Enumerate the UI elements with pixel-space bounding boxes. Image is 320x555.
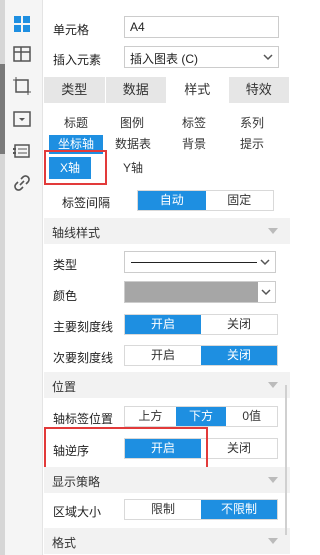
major-tick-on[interactable]: 开启 [125, 315, 201, 334]
collapse-caret-icon [268, 382, 278, 388]
collapse-caret-icon [268, 228, 278, 234]
tab-y-axis[interactable]: Y轴 [112, 157, 154, 179]
section-display-strategy[interactable]: 显示策略 [44, 467, 290, 493]
collapse-caret-icon [268, 538, 278, 544]
collapse-caret-icon [268, 477, 278, 483]
axis-label-position-label: 轴标签位置 [53, 412, 114, 426]
label-interval-label: 标签间隔 [62, 196, 111, 210]
link-icon[interactable] [12, 173, 32, 193]
label-interval-toggle: 自动 固定 [137, 190, 274, 211]
highlight-box-axis-reverse [44, 427, 208, 470]
insert-element-value: 插入图表 (C) [130, 52, 198, 66]
axis-reverse-off[interactable]: 关闭 [201, 439, 277, 458]
section-position[interactable]: 位置 [44, 372, 290, 398]
axis-label-pos-zero[interactable]: 0值 [226, 407, 278, 426]
highlight-box-x-axis [44, 150, 107, 185]
left-toolbar [0, 0, 43, 555]
widget-settings-icon[interactable] [12, 44, 32, 64]
layout-frame-icon[interactable] [12, 76, 32, 96]
tab-effects[interactable]: 特效 [228, 77, 290, 103]
line-type-label: 类型 [53, 258, 78, 272]
chevron-down-icon [260, 259, 270, 266]
subtab-series[interactable]: 系列 [226, 114, 278, 133]
section-display-strategy-title: 显示策略 [52, 475, 101, 489]
main-tabs: 类型 数据 样式 特效 [44, 77, 290, 103]
section-position-title: 位置 [52, 380, 77, 394]
axis-label-pos-top[interactable]: 上方 [125, 407, 176, 426]
area-size-limit[interactable]: 限制 [125, 500, 201, 519]
cell-input[interactable]: A4 [124, 16, 279, 38]
section-format[interactable]: 格式 [44, 528, 290, 554]
tab-data[interactable]: 数据 [105, 77, 167, 103]
line-type-select[interactable] [124, 251, 276, 273]
panel-scrollbar[interactable] [285, 385, 287, 535]
subtab-tooltip[interactable]: 提示 [226, 135, 278, 154]
label-interval-auto[interactable]: 自动 [138, 191, 206, 210]
subtab-datatable[interactable]: 数据表 [106, 135, 160, 154]
major-tick-toggle: 开启 关闭 [124, 314, 278, 335]
data-card-icon[interactable] [12, 141, 32, 161]
tab-style[interactable]: 样式 [167, 77, 229, 103]
subtab-title[interactable]: 标题 [50, 114, 102, 133]
chevron-down-icon [263, 54, 273, 61]
chevron-down-icon [261, 289, 271, 296]
tab-type[interactable]: 类型 [44, 77, 106, 103]
rail-edge [0, 0, 5, 555]
subtab-background[interactable]: 背景 [168, 135, 220, 154]
line-color-picker[interactable] [124, 281, 276, 303]
subtab-legend[interactable]: 图例 [106, 114, 158, 133]
cell-properties-icon[interactable] [12, 14, 32, 34]
axis-label-position-toggle: 上方 下方 0值 [124, 406, 278, 427]
line-color-label: 颜色 [53, 289, 78, 303]
area-size-toggle: 限制 不限制 [124, 499, 278, 520]
color-swatch [125, 282, 258, 302]
minor-tick-label: 次要刻度线 [53, 351, 114, 365]
major-tick-label: 主要刻度线 [53, 320, 114, 334]
minor-tick-off[interactable]: 关闭 [201, 346, 277, 365]
subtab-label[interactable]: 标签 [168, 114, 220, 133]
minor-tick-on[interactable]: 开启 [125, 346, 201, 365]
dropdown-box-icon[interactable] [12, 109, 32, 129]
section-format-title: 格式 [52, 536, 77, 550]
cell-label: 单元格 [53, 23, 90, 37]
area-size-unlimited[interactable]: 不限制 [201, 500, 277, 519]
minor-tick-toggle: 开启 关闭 [124, 345, 278, 366]
label-interval-fixed[interactable]: 固定 [205, 191, 273, 210]
area-size-label: 区域大小 [53, 505, 102, 519]
section-axis-style-title: 轴线样式 [52, 226, 101, 240]
major-tick-off[interactable]: 关闭 [201, 315, 277, 334]
solid-line-preview [131, 262, 257, 263]
section-axis-style[interactable]: 轴线样式 [44, 218, 290, 244]
axis-label-pos-bottom[interactable]: 下方 [175, 407, 227, 426]
property-panel: 单元格 A4 插入元素 插入图表 (C) 类型 数据 样式 特效 标题 图例 标… [44, 0, 290, 555]
insert-element-label: 插入元素 [53, 53, 102, 67]
insert-element-select[interactable]: 插入图表 (C) [124, 46, 279, 68]
